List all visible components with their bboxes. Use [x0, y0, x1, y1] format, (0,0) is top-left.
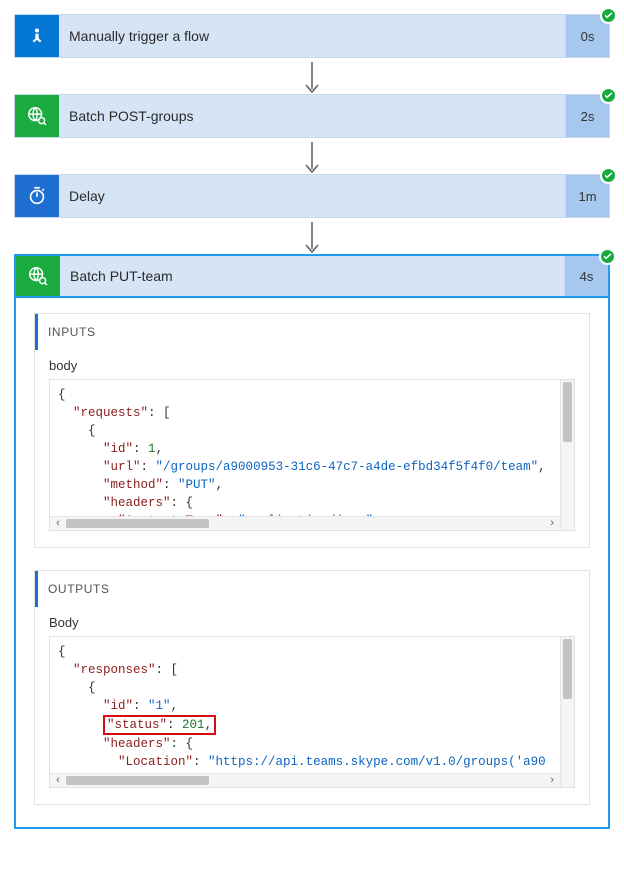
outputs-field-label: Body	[49, 615, 575, 630]
flow-arrow-icon	[14, 138, 610, 174]
success-badge-icon	[599, 248, 616, 265]
code-content: { "responses": [ { "id": "1", "status": …	[50, 637, 554, 788]
horizontal-scrollbar[interactable]: ‹ ›	[50, 773, 560, 787]
vertical-scrollbar[interactable]	[560, 637, 574, 787]
scroll-left-icon[interactable]: ‹	[50, 774, 66, 787]
globe-search-icon	[16, 256, 60, 296]
scroll-right-icon[interactable]: ›	[544, 517, 560, 530]
success-badge-icon	[600, 7, 617, 24]
inputs-body-code[interactable]: { "requests": [ { "id": 1, "url": "/grou…	[49, 379, 575, 531]
step-title: Batch PUT-team	[60, 256, 564, 296]
stopwatch-icon	[15, 175, 59, 217]
code-content: { "requests": [ { "id": 1, "url": "/grou…	[50, 380, 554, 531]
step-batch-put-team[interactable]: Batch PUT-team 4s	[14, 254, 610, 298]
step-title: Manually trigger a flow	[59, 15, 565, 57]
vertical-scrollbar[interactable]	[560, 380, 574, 530]
success-badge-icon	[600, 167, 617, 184]
step-delay[interactable]: Delay 1m	[14, 174, 610, 218]
inputs-field-label: body	[49, 358, 575, 373]
flow-run-designer: Manually trigger a flow 0s Batch POST-gr…	[0, 0, 624, 843]
flow-arrow-icon	[14, 218, 610, 254]
inputs-section: INPUTS body { "requests": [ { "id": 1, "…	[34, 313, 590, 548]
step-title: Batch POST-groups	[59, 95, 565, 137]
step-manual-trigger[interactable]: Manually trigger a flow 0s	[14, 14, 610, 58]
step-batch-post-groups[interactable]: Batch POST-groups 2s	[14, 94, 610, 138]
globe-search-icon	[15, 95, 59, 137]
scroll-left-icon[interactable]: ‹	[50, 517, 66, 530]
horizontal-scrollbar[interactable]: ‹ ›	[50, 516, 560, 530]
touch-icon	[15, 15, 59, 57]
step-details-panel: INPUTS body { "requests": [ { "id": 1, "…	[14, 297, 610, 829]
outputs-section: OUTPUTS Body { "responses": [ { "id": "1…	[34, 570, 590, 805]
step-title: Delay	[59, 175, 565, 217]
inputs-title: INPUTS	[35, 314, 575, 350]
flow-arrow-icon	[14, 58, 610, 94]
outputs-body-code[interactable]: { "responses": [ { "id": "1", "status": …	[49, 636, 575, 788]
outputs-title: OUTPUTS	[35, 571, 575, 607]
success-badge-icon	[600, 87, 617, 104]
scroll-right-icon[interactable]: ›	[544, 774, 560, 787]
